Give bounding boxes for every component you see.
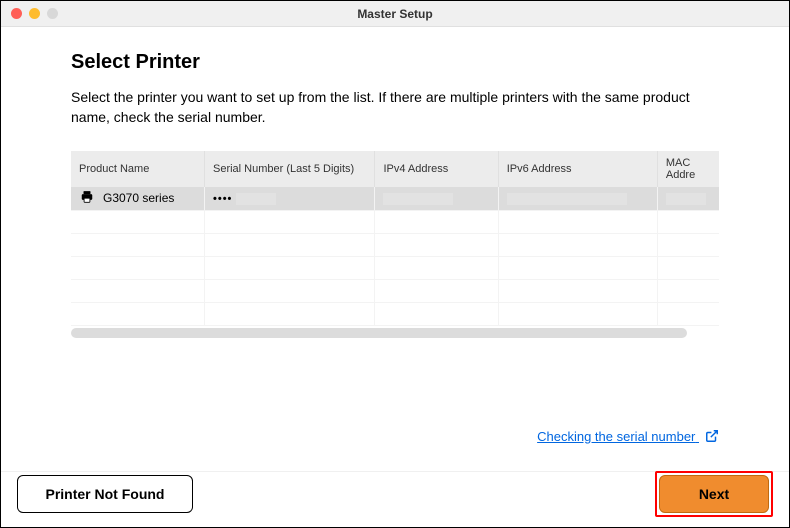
window-controls [1, 8, 58, 19]
ipv4-cell [375, 187, 498, 210]
next-button[interactable]: Next [659, 475, 769, 513]
page-title: Select Printer [71, 51, 719, 74]
ipv6-cell [498, 187, 657, 210]
maximize-window-button[interactable] [47, 8, 58, 19]
mac-cell [657, 187, 719, 210]
page-description: Select the printer you want to set up fr… [71, 88, 719, 127]
checking-serial-link[interactable]: Checking the serial number [537, 429, 719, 444]
footer: Printer Not Found Next [1, 471, 789, 527]
header-serial-number[interactable]: Serial Number (Last 5 Digits) [205, 151, 375, 187]
table-row[interactable] [71, 256, 719, 279]
close-window-button[interactable] [11, 8, 22, 19]
table-row[interactable] [71, 279, 719, 302]
minimize-window-button[interactable] [29, 8, 40, 19]
help-link-row: Checking the serial number [71, 428, 719, 446]
header-ipv6-address[interactable]: IPv6 Address [498, 151, 657, 187]
product-name-cell: G3070 series [103, 191, 174, 205]
app-window: Master Setup Select Printer Select the p… [0, 0, 790, 528]
printer-not-found-button[interactable]: Printer Not Found [17, 475, 193, 513]
next-button-highlight: Next [655, 471, 773, 517]
printer-icon [79, 190, 95, 207]
header-ipv4-address[interactable]: IPv4 Address [375, 151, 498, 187]
table-row[interactable] [71, 302, 719, 325]
content-area: Select Printer Select the printer you wa… [1, 27, 789, 461]
horizontal-scrollbar[interactable] [71, 328, 687, 338]
printer-table: Product Name Serial Number (Last 5 Digit… [71, 151, 719, 326]
table-row[interactable]: G3070 series •••• [71, 187, 719, 210]
header-product-name[interactable]: Product Name [71, 151, 205, 187]
titlebar: Master Setup [1, 1, 789, 27]
printer-table-container: Product Name Serial Number (Last 5 Digit… [71, 151, 719, 338]
external-link-icon [705, 429, 719, 446]
table-row[interactable] [71, 233, 719, 256]
table-row[interactable] [71, 210, 719, 233]
header-mac-address[interactable]: MAC Addre [657, 151, 719, 187]
serial-number-cell: •••• [205, 187, 375, 210]
window-title: Master Setup [1, 7, 789, 21]
